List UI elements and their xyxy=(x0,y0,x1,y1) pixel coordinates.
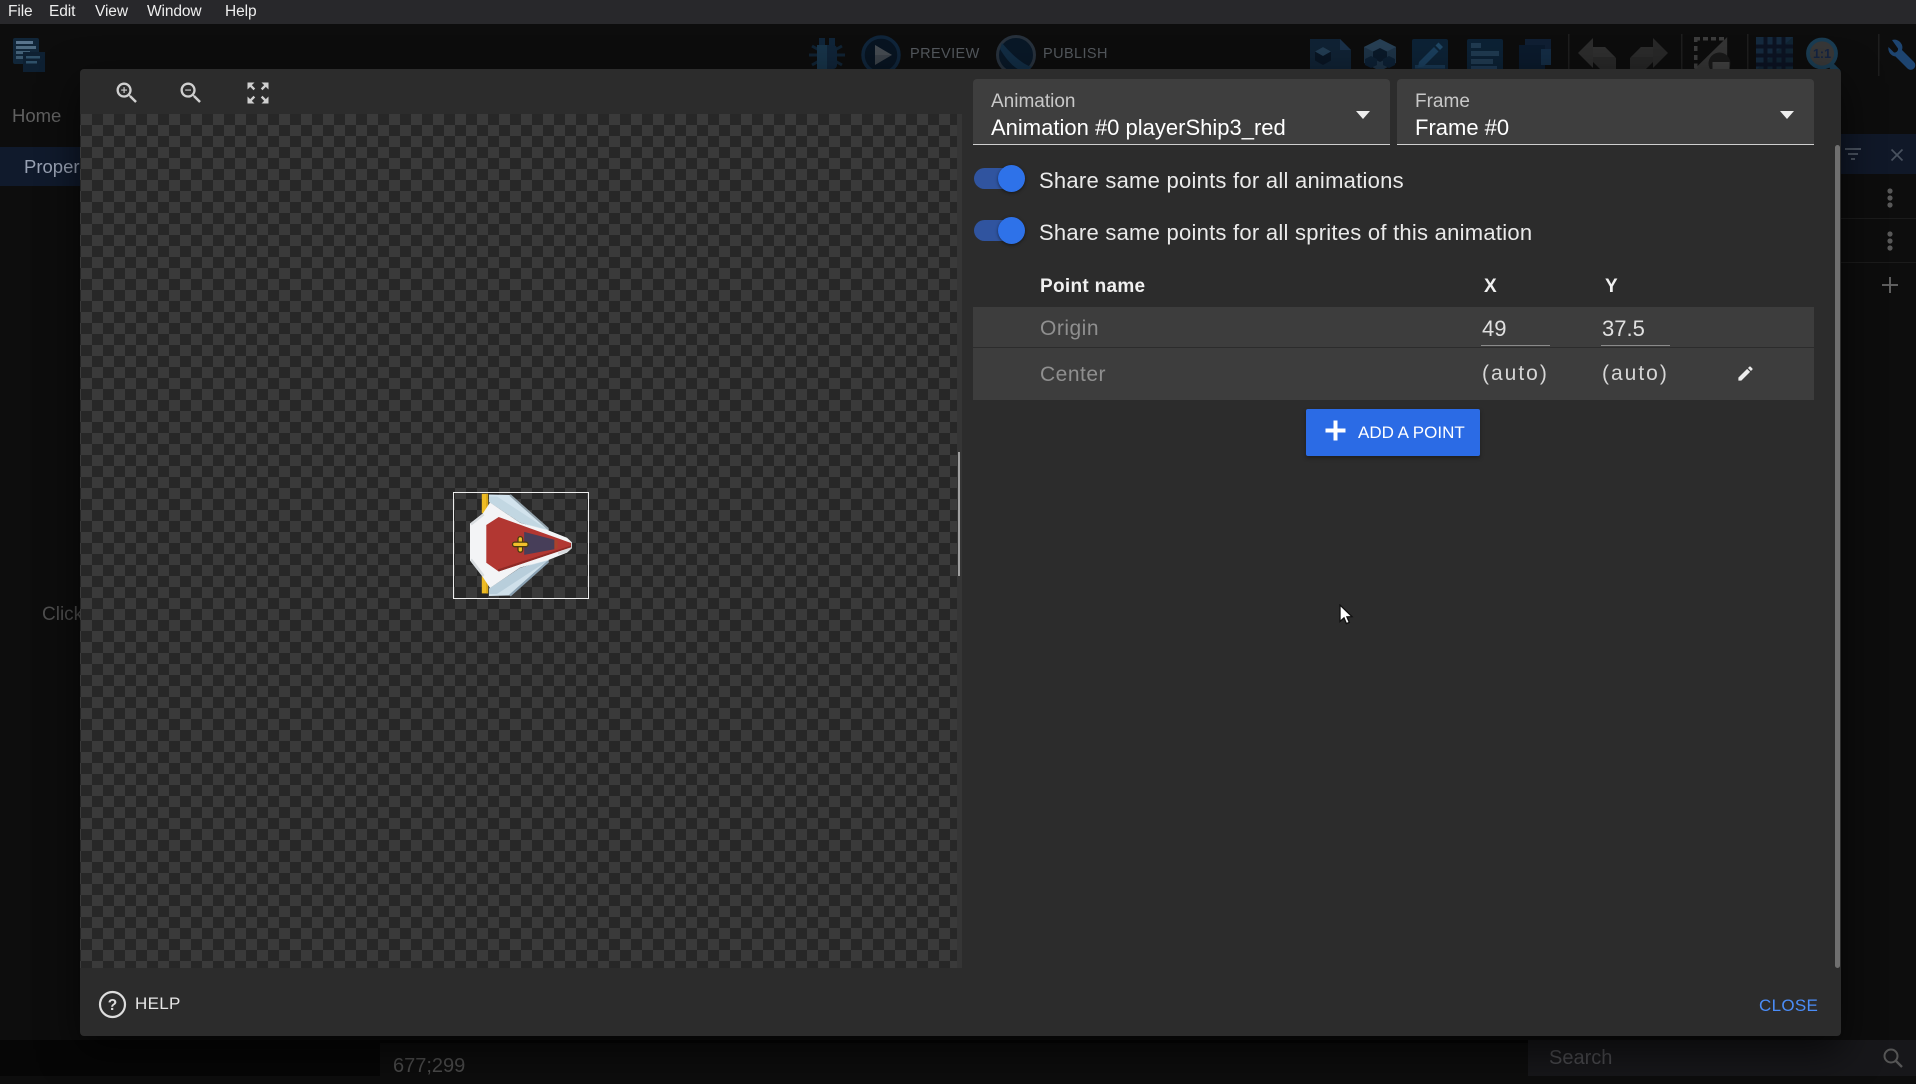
svg-text:1:1: 1:1 xyxy=(1813,47,1831,61)
svg-text:?: ? xyxy=(108,997,117,1014)
